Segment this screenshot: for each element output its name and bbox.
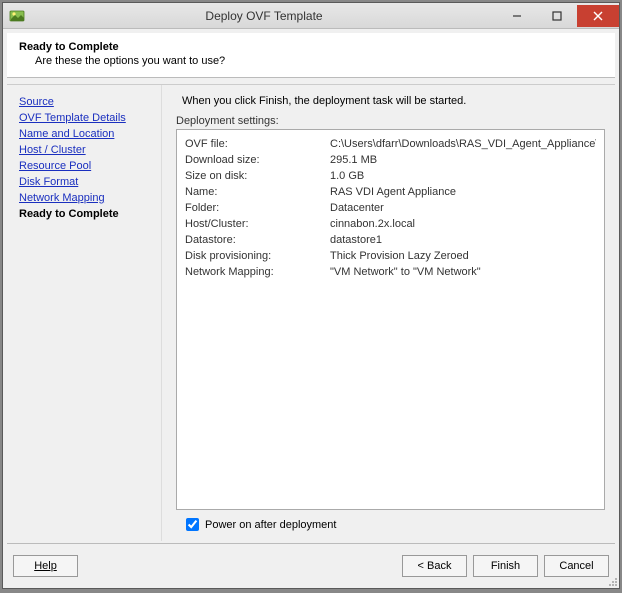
key: Disk provisioning: <box>185 248 330 264</box>
nav-step-source[interactable]: Source <box>19 95 153 109</box>
row-folder: Folder: Datacenter <box>185 200 596 216</box>
row-disk-provisioning: Disk provisioning: Thick Provision Lazy … <box>185 248 596 264</box>
val: RAS VDI Agent Appliance <box>330 184 596 200</box>
finish-button[interactable]: Finish <box>473 555 538 577</box>
row-name: Name: RAS VDI Agent Appliance <box>185 184 596 200</box>
help-button[interactable]: Help <box>13 555 78 577</box>
window-title: Deploy OVF Template <box>31 9 497 23</box>
row-ovf-file: OVF file: C:\Users\dfarr\Downloads\RAS_V… <box>185 136 596 152</box>
page-subtitle: Are these the options you want to use? <box>35 55 603 67</box>
nav-step-resource-pool[interactable]: Resource Pool <box>19 159 153 173</box>
wizard-header: Ready to Complete Are these the options … <box>7 33 615 78</box>
val: Thick Provision Lazy Zeroed <box>330 248 596 264</box>
row-host-cluster: Host/Cluster: cinnabon.2x.local <box>185 216 596 232</box>
power-on-checkbox[interactable] <box>186 518 199 531</box>
nav-step-ready[interactable]: Ready to Complete <box>19 207 153 221</box>
power-on-label: Power on after deployment <box>205 519 336 531</box>
dialog-window: Deploy OVF Template Ready to Complete Ar… <box>2 2 620 589</box>
titlebar[interactable]: Deploy OVF Template <box>3 3 619 29</box>
row-size-on-disk: Size on disk: 1.0 GB <box>185 168 596 184</box>
maximize-button[interactable] <box>537 5 577 27</box>
row-network-mapping: Network Mapping: "VM Network" to "VM Net… <box>185 264 596 280</box>
val: 1.0 GB <box>330 168 596 184</box>
key: Datastore: <box>185 232 330 248</box>
key: Download size: <box>185 152 330 168</box>
key: Name: <box>185 184 330 200</box>
cancel-button[interactable]: Cancel <box>544 555 609 577</box>
val: Datacenter <box>330 200 596 216</box>
intro-text: When you click Finish, the deployment ta… <box>182 95 605 107</box>
val: 295.1 MB <box>330 152 596 168</box>
row-download-size: Download size: 295.1 MB <box>185 152 596 168</box>
close-button[interactable] <box>577 5 619 27</box>
app-icon <box>9 8 25 24</box>
resize-grip-icon[interactable] <box>606 575 618 587</box>
val: "VM Network" to "VM Network" <box>330 264 596 280</box>
key: Host/Cluster: <box>185 216 330 232</box>
minimize-button[interactable] <box>497 5 537 27</box>
window-controls <box>497 5 619 27</box>
page-title: Ready to Complete <box>19 41 603 53</box>
nav-step-host-cluster[interactable]: Host / Cluster <box>19 143 153 157</box>
val: C:\Users\dfarr\Downloads\RAS_VDI_Agent_A… <box>330 136 596 152</box>
key: Folder: <box>185 200 330 216</box>
nav-step-network-mapping[interactable]: Network Mapping <box>19 191 153 205</box>
val: cinnabon.2x.local <box>330 216 596 232</box>
key: Network Mapping: <box>185 264 330 280</box>
power-on-checkbox-row[interactable]: Power on after deployment <box>176 510 605 535</box>
key: OVF file: <box>185 136 330 152</box>
settings-label: Deployment settings: <box>176 115 605 127</box>
row-datastore: Datastore: datastore1 <box>185 232 596 248</box>
back-button[interactable]: < Back <box>402 555 467 577</box>
wizard-body: Source OVF Template Details Name and Loc… <box>7 84 615 541</box>
key: Size on disk: <box>185 168 330 184</box>
nav-step-ovf-details[interactable]: OVF Template Details <box>19 111 153 125</box>
nav-step-name-location[interactable]: Name and Location <box>19 127 153 141</box>
wizard-nav: Source OVF Template Details Name and Loc… <box>7 85 162 541</box>
nav-step-disk-format[interactable]: Disk Format <box>19 175 153 189</box>
wizard-main: When you click Finish, the deployment ta… <box>162 85 615 541</box>
wizard-footer: Help < Back Finish Cancel <box>3 544 619 588</box>
settings-table: OVF file: C:\Users\dfarr\Downloads\RAS_V… <box>176 129 605 510</box>
val: datastore1 <box>330 232 596 248</box>
